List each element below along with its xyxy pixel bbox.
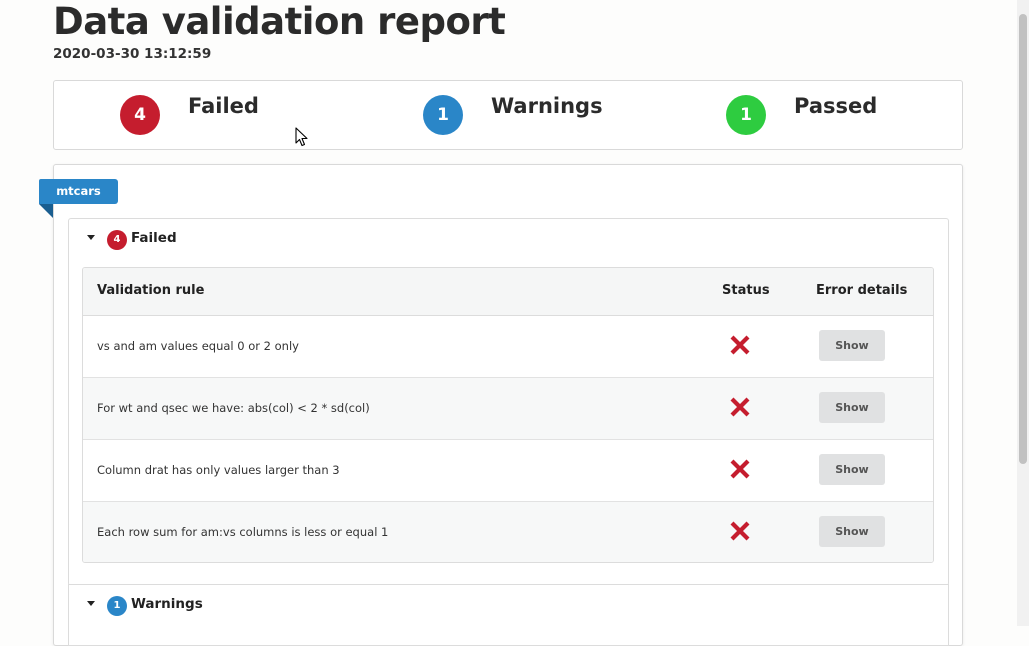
page-title: Data validation report — [53, 0, 506, 43]
rule-text: Column drat has only values larger than … — [97, 463, 340, 477]
cross-icon — [730, 335, 750, 355]
caret-down-icon[interactable] — [87, 235, 95, 240]
warnings-label: Warnings — [491, 94, 603, 118]
report-timestamp: 2020-03-30 13:12:59 — [53, 46, 212, 62]
table-row: For wt and qsec we have: abs(col) < 2 * … — [83, 378, 933, 440]
caret-down-icon[interactable] — [87, 601, 95, 606]
passed-label: Passed — [794, 94, 878, 118]
ribbon-fold — [39, 204, 53, 218]
table-row: Each row sum for am:vs columns is less o… — [83, 502, 933, 562]
mouse-cursor-icon — [295, 127, 308, 147]
failed-section-title: Failed — [131, 230, 177, 246]
show-details-button[interactable]: Show — [819, 454, 885, 485]
show-details-button[interactable]: Show — [819, 330, 885, 361]
failed-section-badge: 4 — [107, 230, 127, 250]
column-header-rule: Validation rule — [97, 283, 205, 298]
summary-panel: 4 Failed 1 Warnings 1 Passed — [53, 80, 963, 150]
rule-text: Each row sum for am:vs columns is less o… — [97, 525, 389, 539]
cross-icon — [730, 459, 750, 479]
cross-icon — [730, 397, 750, 417]
show-details-button[interactable]: Show — [819, 392, 885, 423]
passed-count-badge: 1 — [726, 95, 766, 135]
cross-icon — [730, 521, 750, 541]
failed-count-badge: 4 — [120, 95, 160, 135]
column-header-details: Error details — [816, 283, 908, 298]
warnings-section: 1 Warnings — [68, 584, 949, 646]
warnings-section-title: Warnings — [131, 596, 203, 612]
column-header-status: Status — [722, 283, 770, 298]
failed-label: Failed — [188, 94, 259, 118]
warnings-section-badge: 1 — [107, 596, 127, 616]
warnings-count-badge: 1 — [423, 95, 463, 135]
validation-rules-table: Validation rule Status Error details vs … — [82, 267, 934, 563]
table-row: Column drat has only values larger than … — [83, 440, 933, 502]
show-details-button[interactable]: Show — [819, 516, 885, 547]
table-header: Validation rule Status Error details — [83, 268, 933, 316]
rule-text: vs and am values equal 0 or 2 only — [97, 339, 299, 353]
rule-text: For wt and qsec we have: abs(col) < 2 * … — [97, 401, 370, 415]
dataset-ribbon: mtcars — [39, 179, 118, 204]
scrollbar-thumb[interactable] — [1019, 14, 1027, 464]
table-row: vs and am values equal 0 or 2 only Show — [83, 316, 933, 378]
